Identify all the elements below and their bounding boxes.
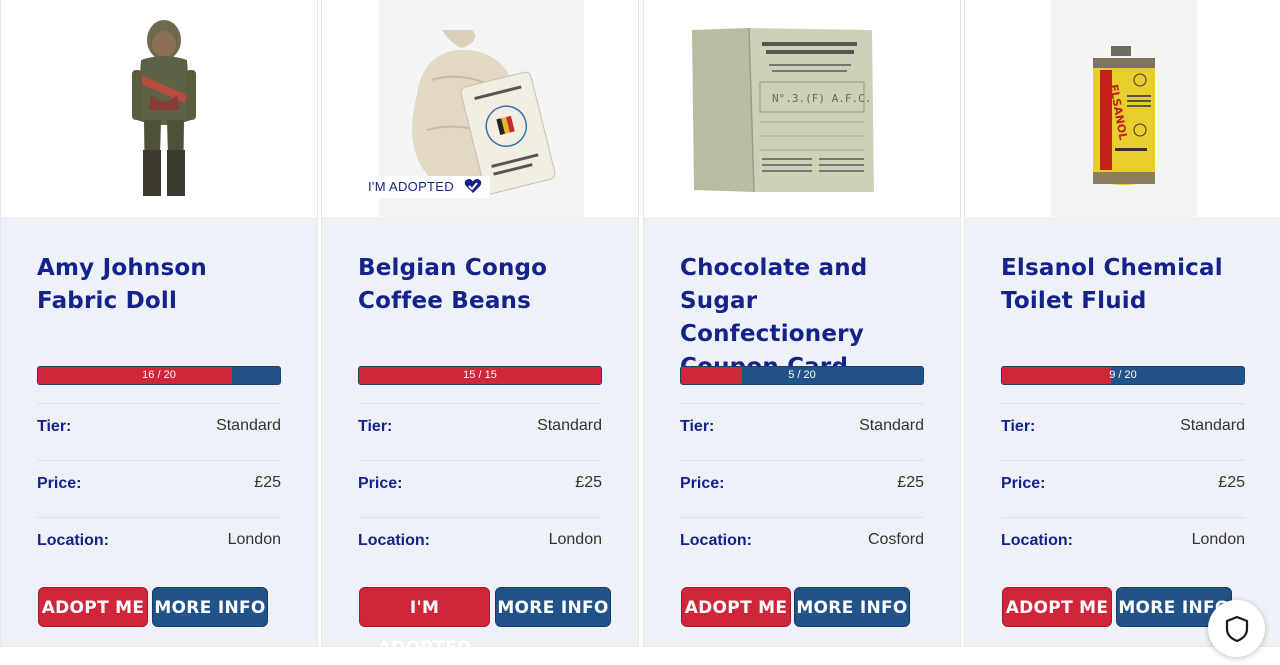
location-row: Location: London: [1001, 517, 1245, 574]
product-title[interactable]: Chocolate and Sugar Confectionery Coupon…: [680, 252, 930, 384]
product-title[interactable]: Amy Johnson Fabric Doll: [37, 252, 287, 318]
product-card: N°.3.(F) A.F.C. Chocolate and Sugar Conf…: [643, 0, 961, 647]
tier-value: Standard: [216, 417, 281, 434]
tier-value: Standard: [1180, 417, 1245, 434]
product-image[interactable]: [1, 0, 317, 217]
heart-check-icon: [464, 178, 482, 201]
product-image[interactable]: ELSANOL: [965, 0, 1280, 217]
product-card: Amy Johnson Fabric Doll 16 / 20 Tier: St…: [0, 0, 318, 647]
location-value: London: [1191, 531, 1245, 548]
adoption-progress-bar: 15 / 15: [358, 366, 602, 385]
price-label: Price:: [358, 475, 403, 492]
adopted-badge: I'M ADOPTED: [363, 176, 490, 198]
more-info-button[interactable]: MORE INFO: [152, 587, 268, 627]
price-value: £25: [897, 474, 924, 491]
tier-value: Standard: [537, 417, 602, 434]
product-card: ELSANOL Elsanol Chemical Toilet Fluid 9 …: [964, 0, 1280, 647]
location-row: Location: London: [358, 517, 602, 574]
adopt-me-button[interactable]: ADOPT ME: [1002, 587, 1112, 627]
more-info-button[interactable]: MORE INFO: [794, 587, 910, 627]
price-label: Price:: [1001, 475, 1046, 492]
svg-text:N°.3.(F) A.F.C.: N°.3.(F) A.F.C.: [772, 92, 871, 105]
coupon-card-image: N°.3.(F) A.F.C.: [692, 27, 874, 193]
progress-text: 9 / 20: [1109, 369, 1137, 381]
tier-label: Tier:: [358, 418, 393, 435]
product-title[interactable]: Belgian Congo Coffee Beans: [358, 252, 608, 318]
tier-row: Tier: Standard: [37, 403, 281, 460]
progress-text: 16 / 20: [142, 369, 176, 381]
adopt-me-button[interactable]: ADOPT ME: [681, 587, 791, 627]
location-label: Location:: [358, 532, 430, 549]
tier-label: Tier:: [1001, 418, 1036, 435]
location-label: Location:: [680, 532, 752, 549]
product-grid: Amy Johnson Fabric Doll 16 / 20 Tier: St…: [0, 0, 1280, 658]
location-label: Location:: [37, 532, 109, 549]
product-image[interactable]: N°.3.(F) A.F.C.: [644, 0, 960, 217]
price-value: £25: [575, 474, 602, 491]
product-card: I'M ADOPTED Belgian Congo Coffee Beans 1…: [321, 0, 639, 658]
progress-text: 5 / 20: [788, 369, 816, 381]
product-title[interactable]: Elsanol Chemical Toilet Fluid: [1001, 252, 1251, 318]
adopted-badge-label: I'M ADOPTED: [368, 179, 454, 194]
price-row: Price: £25: [1001, 460, 1245, 517]
price-row: Price: £25: [358, 460, 602, 517]
tier-row: Tier: Standard: [680, 403, 924, 460]
more-info-button[interactable]: MORE INFO: [495, 587, 611, 627]
im-adopted-button[interactable]: I'M ADOPTED: [359, 587, 490, 658]
tier-label: Tier:: [37, 418, 72, 435]
tier-row: Tier: Standard: [1001, 403, 1245, 460]
adoption-progress-bar: 9 / 20: [1001, 366, 1245, 385]
adoption-progress-bar: 16 / 20: [37, 366, 281, 385]
doll-image: [132, 20, 196, 196]
adopt-me-button[interactable]: ADOPT ME: [38, 587, 148, 627]
location-row: Location: Cosford: [680, 517, 924, 574]
chemical-tin-image: ELSANOL: [1051, 0, 1197, 217]
privacy-settings-button[interactable]: [1208, 600, 1265, 657]
tier-label: Tier:: [680, 418, 715, 435]
progress-text: 15 / 15: [463, 369, 497, 381]
price-label: Price:: [680, 475, 725, 492]
price-value: £25: [1218, 474, 1245, 491]
tier-row: Tier: Standard: [358, 403, 602, 460]
location-value: London: [548, 531, 602, 548]
location-label: Location:: [1001, 532, 1073, 549]
shield-icon: [1225, 615, 1248, 642]
price-label: Price:: [37, 475, 82, 492]
location-value: London: [227, 531, 281, 548]
price-row: Price: £25: [680, 460, 924, 517]
price-value: £25: [254, 474, 281, 491]
location-value: Cosford: [867, 531, 924, 548]
price-row: Price: £25: [37, 460, 281, 517]
tier-value: Standard: [859, 417, 924, 434]
adoption-progress-bar: 5 / 20: [680, 366, 924, 385]
location-row: Location: London: [37, 517, 281, 574]
